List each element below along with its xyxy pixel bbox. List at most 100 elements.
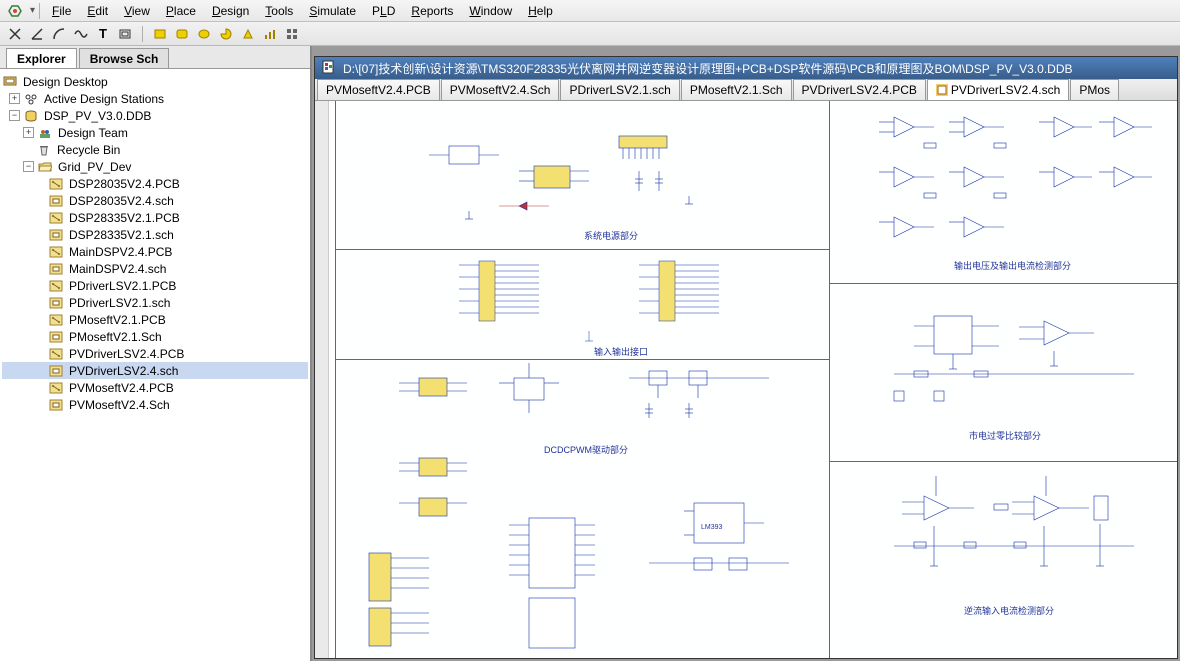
schematic-block-zero-cross: 市电过零比较部分 bbox=[854, 291, 1174, 456]
tree-file[interactable]: PDriverLSV2.1.PCB bbox=[2, 277, 308, 294]
desktop-icon bbox=[2, 75, 18, 89]
menu-tools[interactable]: Tools bbox=[257, 2, 301, 20]
tree-file[interactable]: MainDSPV2.4.PCB bbox=[2, 243, 308, 260]
svg-text:逆流输入电流检测部分: 逆流输入电流检测部分 bbox=[964, 605, 1054, 616]
menu-place[interactable]: Place bbox=[158, 2, 204, 20]
explorer-tabs: Explorer Browse Sch bbox=[0, 46, 310, 69]
sch-file-icon bbox=[48, 262, 64, 276]
svg-text:LM393: LM393 bbox=[701, 524, 723, 531]
schematic-block-current: 逆流输入电流检测部分 bbox=[854, 466, 1174, 646]
menu-view[interactable]: View bbox=[116, 2, 158, 20]
menu-edit[interactable]: Edit bbox=[79, 2, 116, 20]
ellipse-icon[interactable] bbox=[195, 25, 213, 43]
menu-reports[interactable]: Reports bbox=[403, 2, 461, 20]
sine-icon[interactable] bbox=[72, 25, 90, 43]
tree-file[interactable]: PVDriverLSV2.4.sch bbox=[2, 362, 308, 379]
tree-file[interactable]: PVMoseftV2.4.Sch bbox=[2, 396, 308, 413]
tab-pmos-partial[interactable]: PMos bbox=[1070, 79, 1119, 100]
tree-ddb[interactable]: − DSP_PV_V3.0.DDB bbox=[2, 107, 308, 124]
tree-folder[interactable]: − Grid_PV_Dev bbox=[2, 158, 308, 175]
tab-browse-sch[interactable]: Browse Sch bbox=[79, 48, 170, 68]
tree-file[interactable]: PDriverLSV2.1.sch bbox=[2, 294, 308, 311]
menu-design[interactable]: Design bbox=[204, 2, 257, 20]
sch-file-icon bbox=[48, 364, 64, 378]
collapse-icon[interactable]: − bbox=[9, 110, 20, 121]
pcb-file-icon bbox=[48, 381, 64, 395]
schematic-ruler bbox=[315, 101, 329, 658]
tab-pvmoseft-sch[interactable]: PVMoseftV2.4.Sch bbox=[441, 79, 560, 100]
folder-open-icon bbox=[37, 160, 53, 174]
text-icon[interactable]: T bbox=[94, 25, 112, 43]
menu-file[interactable]: File bbox=[44, 2, 79, 20]
tree-file[interactable]: DSP28335V2.1.sch bbox=[2, 226, 308, 243]
pcb-file-icon bbox=[48, 347, 64, 361]
expand-icon[interactable]: + bbox=[23, 127, 34, 138]
chart-icon[interactable] bbox=[261, 25, 279, 43]
stations-icon bbox=[23, 92, 39, 106]
sch-file-icon bbox=[48, 296, 64, 310]
tree-stations[interactable]: + Active Design Stations bbox=[2, 90, 308, 107]
document-window: D:\[07]技术创新\设计资源\TMS320F28335光伏离网并网逆变器设计… bbox=[314, 56, 1178, 659]
schematic-block-io: 输入输出接口 bbox=[459, 251, 819, 361]
pie-icon[interactable] bbox=[217, 25, 235, 43]
tree-file[interactable]: PVDriverLSV2.4.PCB bbox=[2, 345, 308, 362]
tab-pdriverls-sch[interactable]: PDriverLSV2.1.sch bbox=[560, 79, 679, 100]
doc-icon bbox=[321, 60, 337, 76]
recycle-icon bbox=[36, 143, 52, 157]
schematic-canvas[interactable]: 系统电源部分 bbox=[315, 101, 1177, 658]
tree-team[interactable]: + Design Team bbox=[2, 124, 308, 141]
tab-pvmoseft-pcb[interactable]: PVMoseftV2.4.PCB bbox=[317, 79, 440, 100]
pcb-file-icon bbox=[48, 177, 64, 191]
tab-pmoseft-sch[interactable]: PMoseftV2.1.Sch bbox=[681, 79, 792, 100]
database-icon bbox=[23, 109, 39, 123]
sch-icon bbox=[936, 84, 948, 96]
svg-text:输入输出接口: 输入输出接口 bbox=[594, 346, 648, 357]
tree-file[interactable]: PMoseftV2.1.PCB bbox=[2, 311, 308, 328]
document-path: D:\[07]技术创新\设计资源\TMS320F28335光伏离网并网逆变器设计… bbox=[343, 60, 1073, 77]
schematic-block-pwm: LM393 DCDCPWM驱动部分 bbox=[349, 363, 829, 653]
tree-recycle[interactable]: Recycle Bin bbox=[2, 141, 308, 158]
dropdown-icon[interactable]: ▾ bbox=[30, 5, 35, 16]
pcb-file-icon bbox=[48, 211, 64, 225]
svg-text:DCDCPWM驱动部分: DCDCPWM驱动部分 bbox=[544, 444, 628, 455]
menu-window[interactable]: Window bbox=[461, 2, 520, 20]
arc-icon[interactable] bbox=[50, 25, 68, 43]
expand-icon[interactable]: + bbox=[9, 93, 20, 104]
svg-text:输出电压及输出电流检测部分: 输出电压及输出电流检测部分 bbox=[954, 260, 1071, 271]
collapse-icon[interactable]: − bbox=[23, 161, 34, 172]
document-tabs: PVMoseftV2.4.PCB PVMoseftV2.4.Sch PDrive… bbox=[315, 79, 1177, 101]
app-logo-icon bbox=[6, 3, 24, 19]
tree-file[interactable]: DSP28335V2.1.PCB bbox=[2, 209, 308, 226]
team-icon bbox=[37, 126, 53, 140]
pcb-file-icon bbox=[48, 245, 64, 259]
pcb-file-icon bbox=[48, 313, 64, 327]
tab-pvdriverls-sch[interactable]: PVDriverLSV2.4.sch bbox=[927, 79, 1069, 100]
svg-text:系统电源部分: 系统电源部分 bbox=[584, 230, 638, 241]
polygon-icon[interactable] bbox=[239, 25, 257, 43]
round-rect-icon[interactable] bbox=[173, 25, 191, 43]
frame-icon[interactable] bbox=[116, 25, 134, 43]
tree-file[interactable]: DSP28035V2.4.sch bbox=[2, 192, 308, 209]
grid-icon[interactable] bbox=[283, 25, 301, 43]
menubar: ▾ File Edit View Place Design Tools Simu… bbox=[0, 0, 1180, 22]
sch-file-icon bbox=[48, 228, 64, 242]
menu-pld[interactable]: PLD bbox=[364, 2, 403, 20]
tab-explorer[interactable]: Explorer bbox=[6, 48, 77, 68]
cross-icon[interactable] bbox=[6, 25, 24, 43]
menu-help[interactable]: Help bbox=[520, 2, 561, 20]
tree-root[interactable]: Design Desktop bbox=[2, 73, 308, 90]
schematic-block-voltage: 输出电压及输出电流检测部分 bbox=[854, 101, 1174, 282]
sch-file-icon bbox=[48, 194, 64, 208]
tree-file[interactable]: PVMoseftV2.4.PCB bbox=[2, 379, 308, 396]
project-tree[interactable]: Design Desktop + Active Design Stations … bbox=[0, 69, 310, 661]
angle-icon[interactable] bbox=[28, 25, 46, 43]
tree-file[interactable]: MainDSPV2.4.sch bbox=[2, 260, 308, 277]
sch-file-icon bbox=[48, 398, 64, 412]
tab-pvdriverls-pcb[interactable]: PVDriverLSV2.4.PCB bbox=[793, 79, 926, 100]
document-title-bar[interactable]: D:\[07]技术创新\设计资源\TMS320F28335光伏离网并网逆变器设计… bbox=[315, 57, 1177, 79]
tree-file[interactable]: DSP28035V2.4.PCB bbox=[2, 175, 308, 192]
rect-fill-icon[interactable] bbox=[151, 25, 169, 43]
tree-file[interactable]: PMoseftV2.1.Sch bbox=[2, 328, 308, 345]
schematic-block-power: 系统电源部分 bbox=[389, 111, 819, 246]
menu-simulate[interactable]: Simulate bbox=[301, 2, 364, 20]
